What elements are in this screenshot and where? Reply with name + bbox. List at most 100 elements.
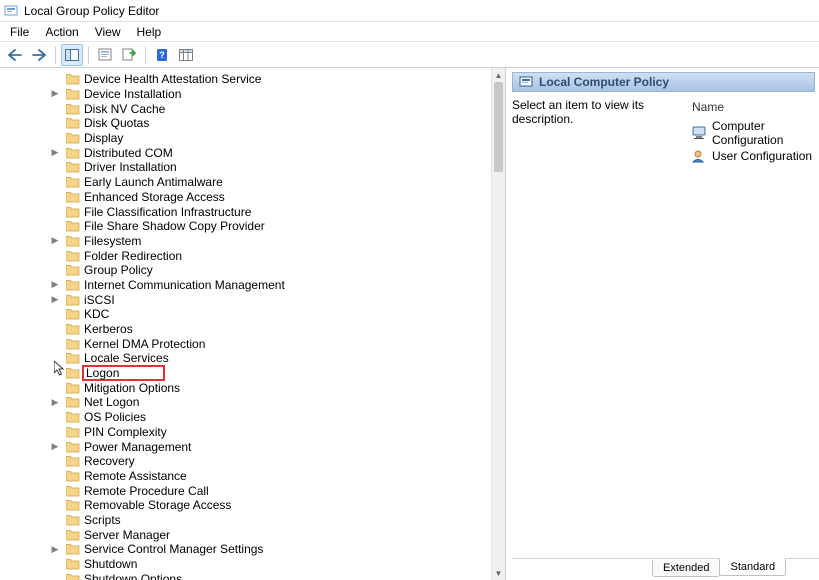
menu-view[interactable]: View [87,23,129,41]
filter-button[interactable] [175,44,197,66]
export-list-button[interactable] [118,44,140,66]
tree-item[interactable]: Locale Services [0,351,491,366]
help-button[interactable]: ? [151,44,173,66]
tree-item[interactable]: Kerberos [0,322,491,337]
back-button[interactable] [4,44,26,66]
tree-item[interactable]: Driver Installation [0,160,491,175]
tree-item[interactable]: ▶ Net Logon [0,395,491,410]
tree-item[interactable]: ▶Power Management [0,439,491,454]
folder-icon [66,73,80,85]
chevron-right-icon[interactable]: ▶ [50,280,60,290]
toolbar: ? [0,42,819,68]
chevron-right-icon[interactable]: ▶ [50,147,60,157]
menu-help[interactable]: Help [129,23,170,41]
chevron-right-icon[interactable]: ▶ [50,441,60,451]
details-pane: Local Computer Policy Select an item to … [506,68,819,580]
forward-button[interactable] [28,44,50,66]
tree-item[interactable]: ▶ iSCSI [0,292,491,307]
tree-item[interactable]: Mitigation Options [0,380,491,395]
vertical-scrollbar[interactable]: ▲ ▼ [491,68,505,580]
name-column-header[interactable]: Name [690,98,819,118]
details-header-title: Local Computer Policy [539,75,669,89]
tree-item[interactable]: Shutdown Options [0,571,491,580]
chevron-right-icon[interactable]: ▶ [50,236,60,246]
tree-item-label: Disk Quotas [84,116,149,130]
tree-item[interactable]: File Classification Infrastructure [0,204,491,219]
scroll-up-arrow-icon[interactable]: ▲ [492,68,505,82]
tree-item[interactable]: Kernel DMA Protection [0,336,491,351]
folder-icon [66,382,80,394]
chevron-right-icon[interactable]: ▶ [50,544,60,554]
tree-item[interactable]: ▶Internet Communication Management [0,278,491,293]
tree-item-label: Scripts [84,513,121,527]
folder-icon [66,529,80,541]
tree-item[interactable]: ▶Service Control Manager Settings [0,542,491,557]
tree-item-label: Disk NV Cache [84,102,165,116]
tree-item-label: KDC [84,307,109,321]
chevron-right-icon[interactable]: ▶ [50,294,60,304]
tree-item[interactable]: PIN Complexity [0,425,491,440]
folder-icon [66,441,80,453]
tree-item[interactable]: Group Policy [0,263,491,278]
list-item-user-configuration[interactable]: User Configuration [690,148,819,164]
folder-icon [66,294,80,306]
folder-icon [66,514,80,526]
tree-item[interactable]: Shutdown [0,557,491,572]
tree-item-label: Server Manager [84,528,170,542]
tree-item[interactable]: ▶Device Installation [0,87,491,102]
tree-item[interactable]: Recovery [0,454,491,469]
chevron-right-icon[interactable]: ▶ [50,397,60,407]
properties-button[interactable] [94,44,116,66]
show-hide-tree-button[interactable] [61,44,83,66]
toolbar-separator [88,46,89,64]
tree-item[interactable]: Server Manager [0,527,491,542]
tree-item[interactable]: Remote Assistance [0,469,491,484]
tree-item-label: Shutdown [84,557,137,571]
tree-item-label: Kernel DMA Protection [84,337,205,351]
tree-view[interactable]: Device Health Attestation Service▶Device… [0,68,491,580]
tree-item-label: iSCSI [84,293,115,307]
tree-item[interactable]: File Share Shadow Copy Provider [0,219,491,234]
content-area: Device Health Attestation Service▶Device… [0,68,819,580]
tree-item-label: Shutdown Options [84,572,182,580]
list-item-label: User Configuration [712,149,812,163]
tree-item[interactable]: Scripts [0,513,491,528]
tree-item-label: OS Policies [84,410,146,424]
computer-icon [692,126,708,140]
menu-file[interactable]: File [2,23,37,41]
tree-item[interactable]: ▶Distributed COM [0,145,491,160]
folder-icon [66,88,80,100]
chevron-right-icon[interactable]: ▶ [50,89,60,99]
folder-icon [66,147,80,159]
tree-item[interactable]: Remote Procedure Call [0,483,491,498]
tree-item-label: File Classification Infrastructure [84,205,251,219]
tree-item-label: Remote Assistance [84,469,187,483]
menu-action[interactable]: Action [37,23,86,41]
tree-pane: Device Health Attestation Service▶Device… [0,68,506,580]
tab-extended[interactable]: Extended [652,560,720,577]
tree-item-label: Remote Procedure Call [84,484,209,498]
scroll-down-arrow-icon[interactable]: ▼ [492,566,505,580]
folder-icon [66,396,80,408]
tree-item-label: Logon [86,366,119,380]
tree-item[interactable]: Disk NV Cache [0,101,491,116]
tree-item-label: Net Logon [84,395,139,409]
tree-item[interactable]: Logon [0,366,491,381]
tab-standard[interactable]: Standard [719,558,786,576]
tree-item[interactable]: Display [0,131,491,146]
tree-item-label: PIN Complexity [84,425,167,439]
list-item-computer-configuration[interactable]: Computer Configuration [690,118,819,148]
tree-item[interactable]: Enhanced Storage Access [0,190,491,205]
tree-item[interactable]: Disk Quotas [0,116,491,131]
tree-item[interactable]: Removable Storage Access [0,498,491,513]
scrollbar-thumb[interactable] [494,82,503,172]
folder-icon [66,367,80,379]
tree-item[interactable]: Early Launch Antimalware [0,175,491,190]
tree-item[interactable]: Device Health Attestation Service [0,72,491,87]
tree-item[interactable]: OS Policies [0,410,491,425]
tree-item[interactable]: ▶Filesystem [0,234,491,249]
tree-item[interactable]: Folder Redirection [0,248,491,263]
folder-icon [66,176,80,188]
tree-item[interactable]: KDC [0,307,491,322]
tree-item-label: Locale Services [84,351,169,365]
